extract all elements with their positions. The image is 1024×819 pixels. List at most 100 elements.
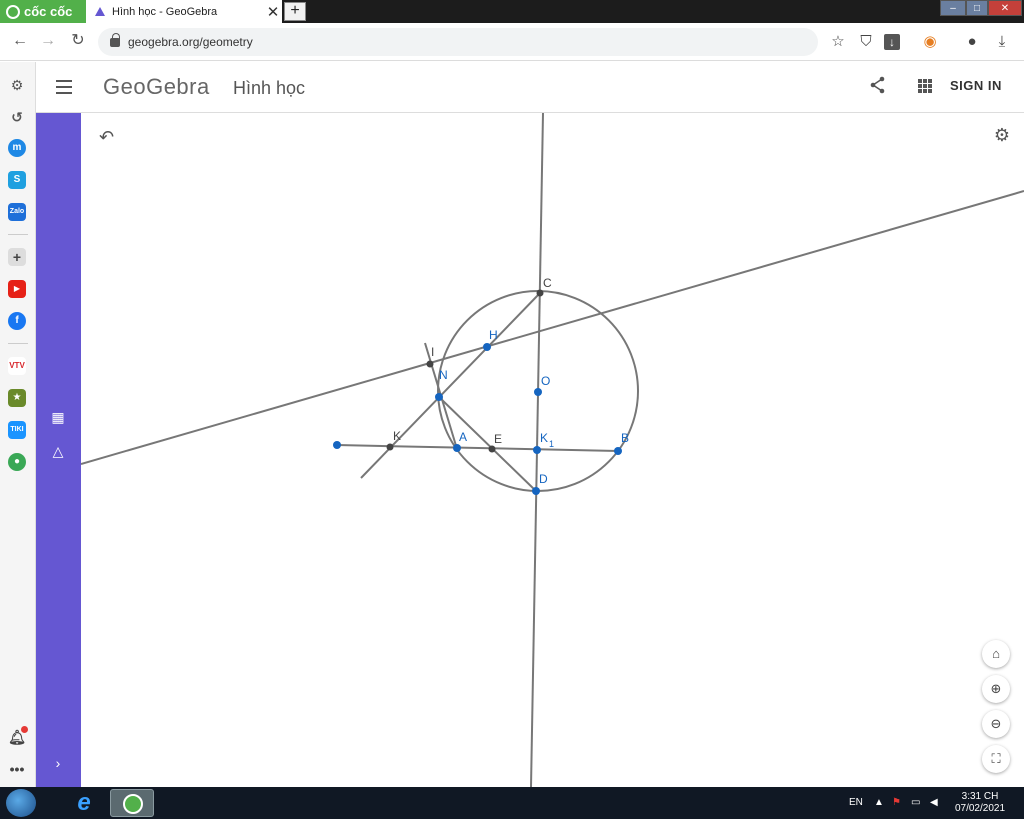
geogebra-header: GeoGebra Hình học SIGN IN: [36, 62, 1024, 113]
geogebra-logo[interactable]: GeoGebra: [103, 74, 210, 100]
point-k1[interactable]: [533, 446, 541, 454]
sidebar-item-history[interactable]: ↺: [8, 108, 26, 126]
point-o[interactable]: [534, 388, 542, 396]
sidebar-item-skype[interactable]: S: [8, 171, 26, 189]
apps-grid-icon[interactable]: [918, 79, 932, 93]
coccoc-brand[interactable]: cốc cốc: [0, 0, 86, 23]
add-icon: +: [12, 249, 22, 265]
app-title: Hình học: [233, 78, 306, 98]
geometry-canvas[interactable]: C H I N O K A E K 1 B D: [81, 113, 1024, 787]
sidebar-item-youtube[interactable]: ▶: [8, 280, 26, 298]
fullscreen-icon: ⛶: [991, 751, 1001, 766]
windows-taskbar: e EN ▲ ⚑ ▭ ◀ 3:31 CH 07/02/2021: [0, 787, 1024, 819]
expand-chevron-icon[interactable]: ›: [50, 755, 66, 771]
sign-in-button[interactable]: SIGN IN: [950, 78, 1002, 93]
clock-date: 07/02/2021: [954, 803, 1006, 814]
sidebar-divider: [8, 234, 28, 235]
calculator-icon[interactable]: ▦: [50, 409, 66, 425]
action-center-icon[interactable]: ⚑: [892, 797, 901, 808]
settings-icon: ⚙: [10, 77, 24, 93]
zalo-icon: Zalo: [9, 208, 25, 215]
download-box-icon[interactable]: ↓: [884, 34, 900, 50]
line-through-i-h[interactable]: [81, 190, 1024, 465]
point-left-end[interactable]: [333, 441, 341, 449]
back-arrow-icon[interactable]: ←: [10, 31, 30, 51]
forward-arrow-icon[interactable]: →: [38, 31, 58, 51]
label-e: E: [494, 432, 502, 446]
language-indicator[interactable]: EN: [849, 797, 863, 808]
brand-label: cốc cốc: [24, 4, 73, 19]
geometry-tools-icon[interactable]: △: [50, 443, 66, 459]
internet-explorer-icon[interactable]: e: [62, 789, 106, 817]
network-icon[interactable]: ▭: [911, 797, 920, 808]
sidebar-item-vtv[interactable]: VTV: [8, 357, 26, 375]
segment-kb[interactable]: [336, 444, 619, 452]
tab-close-icon[interactable]: ✕: [264, 3, 282, 21]
sidebar-item-add[interactable]: +: [8, 248, 26, 266]
reload-icon[interactable]: ↻: [68, 31, 88, 51]
tray-expand-icon[interactable]: ▲: [874, 797, 884, 808]
home-icon: ⌂: [992, 646, 1000, 661]
volume-muted-icon[interactable]: ◀: [930, 797, 938, 808]
fullscreen-button[interactable]: ⛶: [982, 745, 1010, 773]
clock-time: 3:31 CH: [961, 791, 999, 802]
point-n[interactable]: [435, 393, 443, 401]
menu-icon[interactable]: [56, 80, 72, 94]
share-glyph: [870, 76, 885, 94]
zoom-in-button[interactable]: ⊕: [982, 675, 1010, 703]
point-c[interactable]: [536, 289, 544, 297]
sidebar-item-map[interactable]: ●: [8, 453, 26, 471]
messenger-icon: m: [12, 142, 22, 153]
coccoc-taskbar-icon[interactable]: [110, 789, 154, 817]
point-e[interactable]: [488, 445, 496, 453]
share-icon[interactable]: [868, 76, 888, 96]
sidebar-item-notifications[interactable]: 🔔︎: [8, 726, 28, 746]
point-h[interactable]: [483, 343, 491, 351]
url-input[interactable]: geogebra.org/geometry: [98, 28, 818, 56]
window-maximize-button[interactable]: □: [966, 0, 988, 16]
download-icon[interactable]: ⤓: [992, 32, 1012, 52]
point-b[interactable]: [614, 447, 622, 455]
bookmark-star-icon[interactable]: ☆: [828, 32, 848, 52]
graphics-view[interactable]: ↶ ⚙ C H I N O K A E K 1 B D ⌂ ⊕ ⊖ ⛶: [81, 113, 1024, 787]
label-b: B: [621, 431, 629, 445]
window-minimize-button[interactable]: –: [940, 0, 966, 16]
title-bar: cốc cốc Hình học - GeoGebra ✕ + – □ ✕: [0, 0, 1024, 23]
sidebar-item-tiki[interactable]: TIKI: [8, 421, 26, 439]
sidebar-item-settings[interactable]: ⚙: [8, 76, 26, 94]
home-view-button[interactable]: ⌂: [982, 640, 1010, 668]
sidebar-item-game[interactable]: ★: [8, 389, 26, 407]
zoom-out-button[interactable]: ⊖: [982, 710, 1010, 738]
label-k: K: [393, 429, 401, 443]
shield-icon[interactable]: ⛉: [856, 32, 876, 52]
url-text: geogebra.org/geometry: [128, 35, 253, 49]
label-a: A: [459, 430, 467, 444]
point-d[interactable]: [532, 487, 540, 495]
point-a[interactable]: [453, 444, 461, 452]
point-k[interactable]: [386, 443, 394, 451]
address-bar: ← → ↻ geogebra.org/geometry ☆ ⛉ ↓ ◉ ● ⤓: [0, 23, 1024, 61]
start-button[interactable]: [6, 789, 36, 817]
sidebar-item-zalo[interactable]: Zalo: [8, 203, 26, 221]
tab-geogebra[interactable]: Hình học - GeoGebra ✕: [86, 0, 282, 23]
tab-title: Hình học - GeoGebra: [112, 5, 218, 18]
clock[interactable]: 3:31 CH 07/02/2021: [950, 791, 1010, 815]
notification-dot: [21, 726, 28, 733]
facebook-icon: f: [15, 315, 19, 326]
extension-icon[interactable]: ◉: [920, 32, 940, 52]
sidebar-item-messenger[interactable]: m: [8, 139, 26, 157]
profile-icon[interactable]: ●: [962, 32, 982, 52]
game-icon: ★: [12, 392, 22, 403]
label-k1-subscript: 1: [549, 439, 554, 449]
line-ck[interactable]: [360, 292, 541, 479]
sidebar-item-more[interactable]: •••: [8, 760, 26, 778]
sidebar-item-facebook[interactable]: f: [8, 312, 26, 330]
new-tab-button[interactable]: +: [284, 2, 306, 21]
label-i: I: [431, 345, 434, 359]
window-close-button[interactable]: ✕: [988, 0, 1022, 16]
geogebra-favicon-icon: [95, 6, 105, 16]
label-k1: K: [540, 431, 548, 445]
point-i[interactable]: [426, 360, 434, 368]
map-icon: ●: [13, 456, 21, 467]
more-icon: •••: [9, 761, 25, 777]
